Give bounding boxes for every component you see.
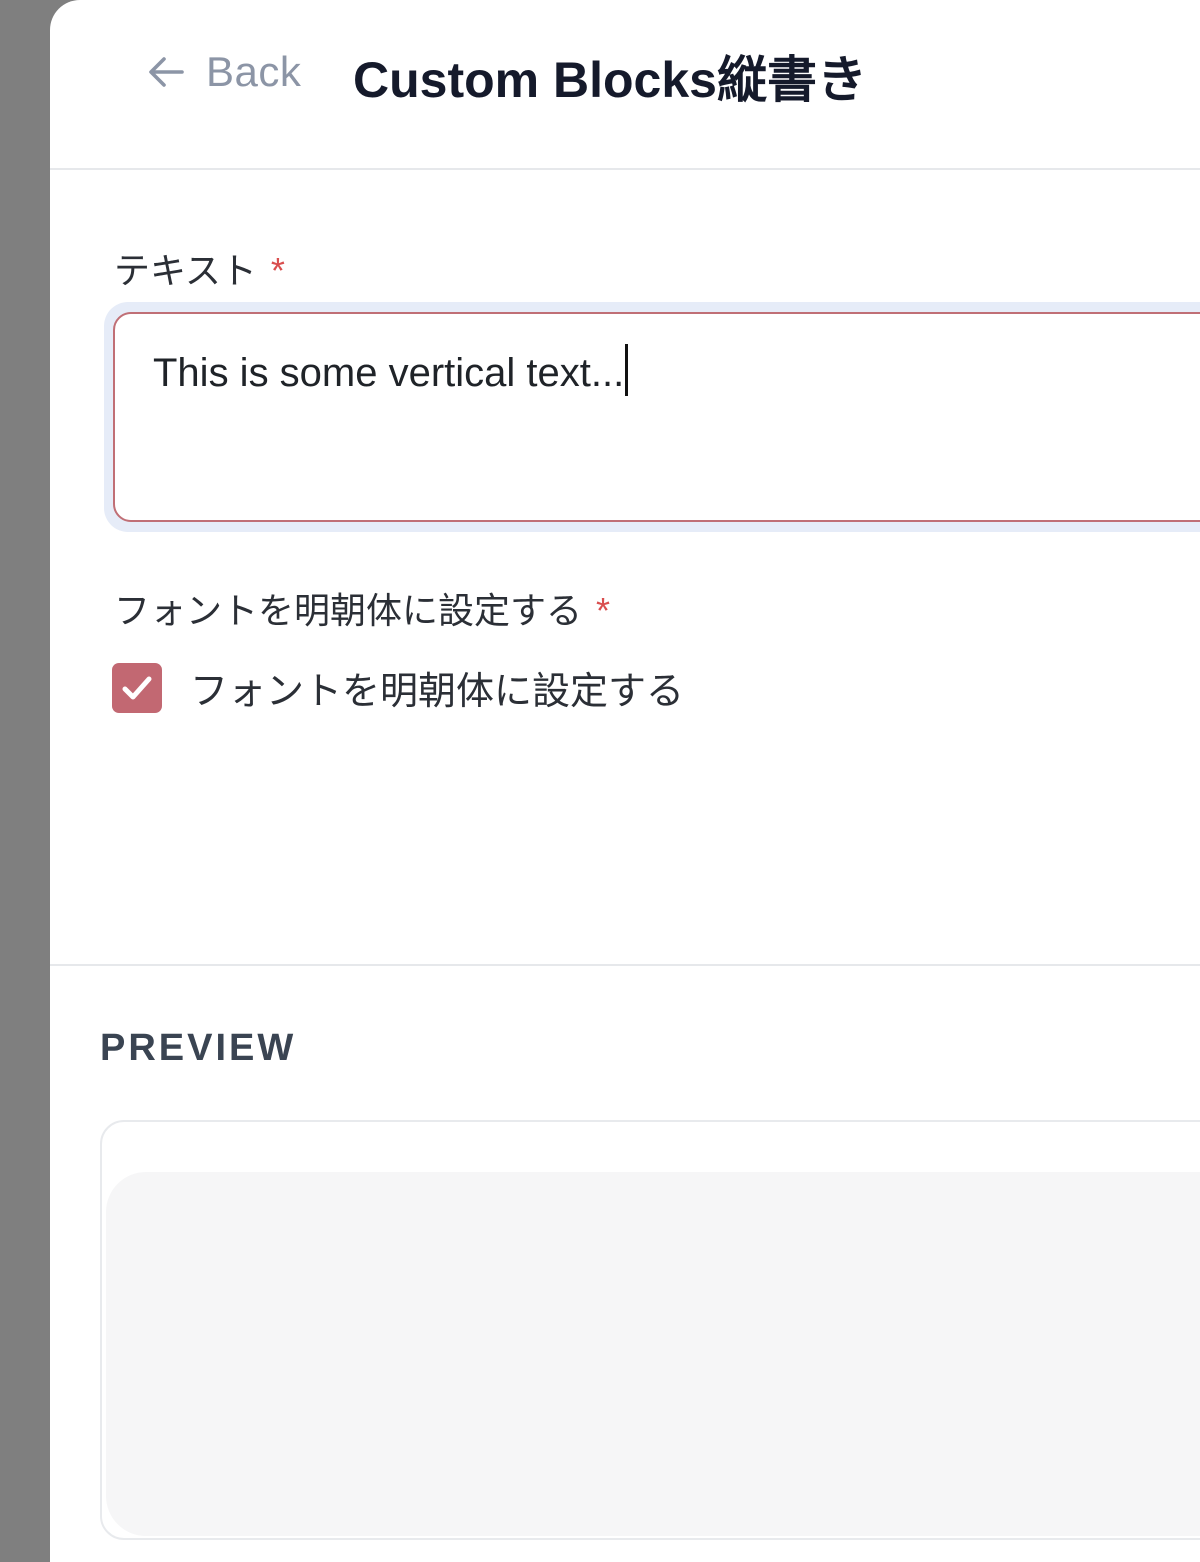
back-button[interactable]: Back bbox=[144, 44, 301, 100]
font-field-label: フォントを明朝体に設定する * bbox=[114, 582, 610, 634]
required-indicator: * bbox=[596, 590, 611, 631]
text-input-value: This is some vertical text... bbox=[153, 344, 629, 396]
panel-header: Back Custom Blocks縦書き bbox=[50, 0, 1200, 170]
section-divider bbox=[50, 964, 1200, 966]
text-field-label-text: テキスト bbox=[114, 250, 257, 291]
text-caret bbox=[625, 344, 629, 396]
mincho-font-checkbox-label: フォントを明朝体に設定する bbox=[190, 671, 685, 713]
arrow-left-icon bbox=[149, 57, 184, 87]
preview-canvas bbox=[106, 1172, 1200, 1536]
text-field-label: テキスト * bbox=[114, 242, 285, 294]
text-input-content: This is some vertical text... bbox=[153, 351, 625, 395]
checkmark-icon bbox=[122, 676, 152, 699]
preview-heading: PREVIEW bbox=[100, 1027, 297, 1069]
text-input[interactable]: This is some vertical text... bbox=[113, 312, 1200, 522]
back-label: Back bbox=[206, 48, 302, 95]
preview-frame bbox=[100, 1120, 1200, 1540]
background-overlay bbox=[0, 0, 50, 1562]
mincho-font-option[interactable]: フォントを明朝体に設定する bbox=[112, 660, 684, 715]
required-indicator: * bbox=[270, 250, 285, 291]
font-field-label-text: フォントを明朝体に設定する bbox=[114, 590, 583, 631]
editor-panel: Back Custom Blocks縦書き テキスト * This is some… bbox=[50, 0, 1200, 1562]
mincho-font-checkbox[interactable] bbox=[112, 662, 162, 713]
page-title: Custom Blocks縦書き bbox=[353, 52, 867, 108]
